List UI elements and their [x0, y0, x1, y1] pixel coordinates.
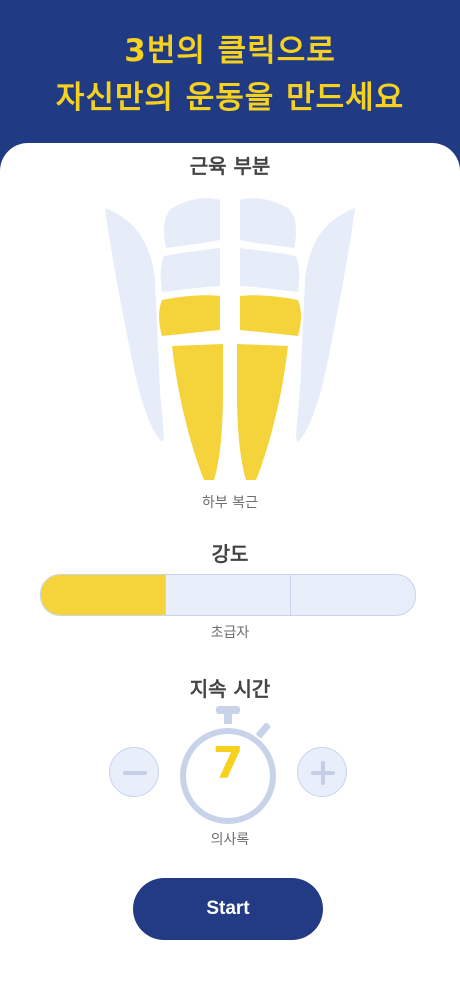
header-line-1: 3번의 클릭으로 — [124, 33, 336, 69]
upper-abs-right-1[interactable] — [240, 198, 296, 248]
minus-icon — [123, 771, 147, 775]
intensity-selector[interactable] — [40, 574, 416, 616]
lower-abs-right[interactable] — [237, 344, 288, 480]
lower-abs-left[interactable] — [172, 344, 223, 480]
selected-muscle-label: 하부 복근 — [202, 495, 258, 511]
middle-abs-right[interactable] — [240, 295, 301, 336]
upper-abs-left-2[interactable] — [160, 248, 220, 292]
plus-icon — [311, 761, 335, 785]
duration-value: 7 — [212, 738, 244, 789]
increase-duration-button[interactable] — [297, 747, 347, 797]
left-oblique-muscle[interactable] — [105, 208, 164, 442]
intensity-level-1[interactable] — [41, 575, 165, 615]
abdominal-muscle-map[interactable] — [100, 190, 360, 490]
right-oblique-muscle[interactable] — [296, 208, 355, 442]
intensity-level-2[interactable] — [165, 575, 290, 615]
duration-section-title: 지속 시간 — [189, 677, 271, 701]
decrease-duration-button[interactable] — [109, 747, 159, 797]
header-banner: 3번의 클릭으로 자신만의 운동을 만드세요 — [0, 0, 460, 150]
intensity-section-title: 강도 — [211, 542, 249, 566]
intensity-level-3[interactable] — [290, 575, 415, 615]
upper-abs-right-2[interactable] — [240, 248, 300, 292]
intensity-level-label: 초급자 — [210, 625, 250, 641]
middle-abs-left[interactable] — [159, 295, 220, 336]
header-line-2: 자신만의 운동을 만드세요 — [55, 80, 405, 116]
start-button[interactable]: Start — [133, 878, 323, 940]
muscle-section-title: 근육 부분 — [189, 154, 271, 178]
upper-abs-left-1[interactable] — [164, 198, 220, 248]
duration-unit-label: 의사록 — [210, 832, 250, 848]
